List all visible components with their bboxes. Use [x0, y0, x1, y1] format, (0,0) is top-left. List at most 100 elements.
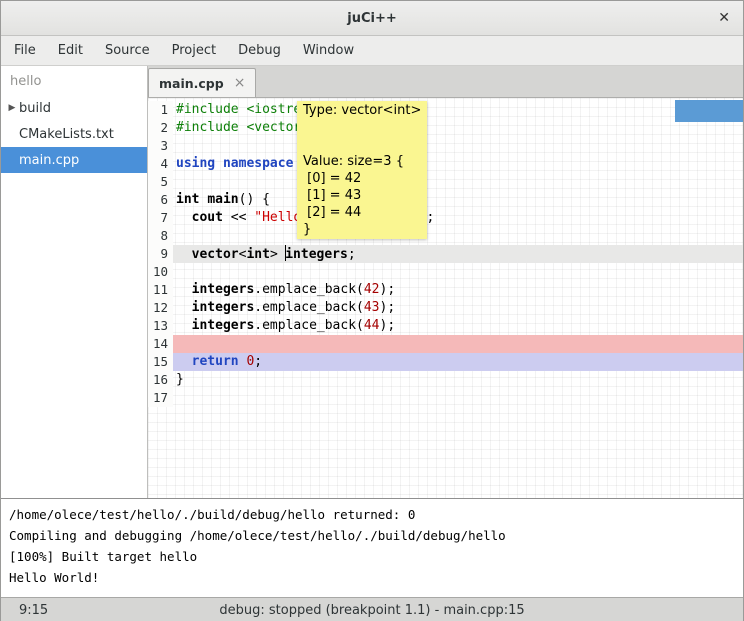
code-line-9[interactable]: 9 vector<int> integers; [148, 245, 743, 263]
code-text [173, 335, 743, 353]
file-tree: ▶buildCMakeLists.txtmain.cpp [1, 95, 147, 173]
code-line-2[interactable]: 2#include <vector> [148, 119, 743, 137]
code-token: ); [380, 282, 396, 297]
tab-main-cpp[interactable]: main.cpp × [148, 68, 256, 97]
tooltip-line: Value: size=3 { [303, 153, 421, 170]
tab-label: main.cpp [159, 76, 224, 91]
tooltip-line: [1] = 43 [303, 187, 421, 204]
tooltip-line [303, 136, 421, 153]
code-area: 1#include <iostream>2#include <vector>34… [148, 101, 743, 407]
output-line: Hello World! [9, 567, 735, 588]
line-number: 17 [148, 389, 173, 407]
code-text: vector<int> integers; [173, 245, 743, 263]
code-line-4[interactable]: 4using namespace std; [148, 155, 743, 173]
code-text [173, 389, 743, 407]
code-token: () { [239, 192, 270, 207]
code-token: namespace [223, 156, 293, 171]
code-line-13[interactable]: 13 integers.emplace_back(44); [148, 317, 743, 335]
code-token: #include <vector> [176, 120, 309, 135]
code-text: integers.emplace_back(43); [173, 299, 743, 317]
code-text [173, 227, 743, 245]
code-token: > [270, 247, 286, 262]
code-line-5[interactable]: 5 [148, 173, 743, 191]
code-token [176, 354, 192, 369]
code-line-12[interactable]: 12 integers.emplace_back(43); [148, 299, 743, 317]
code-token: 44 [364, 318, 380, 333]
menu-item-file[interactable]: File [3, 36, 47, 65]
code-token [176, 282, 192, 297]
code-text [173, 173, 743, 191]
code-token: ); [380, 300, 396, 315]
code-token: .emplace_back( [254, 318, 364, 333]
app-window: juCi++ ✕ FileEditSourceProjectDebugWindo… [0, 0, 744, 621]
code-token: ); [380, 318, 396, 333]
line-number: 3 [148, 137, 173, 155]
code-text: using namespace std; [173, 155, 743, 173]
code-line-15[interactable]: 15 return 0; [148, 353, 743, 371]
code-line-7[interactable]: 7 cout << "Hello World!" << endl; [148, 209, 743, 227]
tree-item-label: main.cpp [17, 153, 79, 168]
code-text [173, 263, 743, 281]
code-token: using [176, 156, 215, 171]
close-icon[interactable]: ✕ [718, 9, 730, 27]
window-title: juCi++ [347, 11, 397, 26]
code-token: } [176, 372, 184, 387]
output-line: [100%] Built target hello [9, 546, 735, 567]
menu-item-edit[interactable]: Edit [47, 36, 94, 65]
project-label: hello [1, 66, 147, 95]
menu-item-project[interactable]: Project [161, 36, 227, 65]
editor[interactable]: 1#include <iostream>2#include <vector>34… [148, 98, 743, 498]
tree-item-main-cpp[interactable]: main.cpp [1, 147, 147, 173]
line-number: 9 [148, 245, 173, 263]
line-number: 12 [148, 299, 173, 317]
tree-item-label: build [17, 101, 51, 116]
code-line-3[interactable]: 3 [148, 137, 743, 155]
line-number: 10 [148, 263, 173, 281]
editor-pane: main.cpp × 1#include <iostream>2#include… [148, 66, 743, 498]
code-line-8[interactable]: 8 [148, 227, 743, 245]
code-line-14[interactable]: 14 [148, 335, 743, 353]
tree-item-cmakelists-txt[interactable]: CMakeLists.txt [1, 121, 147, 147]
menu-item-window[interactable]: Window [292, 36, 365, 65]
line-number: 16 [148, 371, 173, 389]
code-token: integers [192, 318, 255, 333]
code-line-16[interactable]: 16} [148, 371, 743, 389]
code-token: 43 [364, 300, 380, 315]
code-text: return 0; [173, 353, 743, 371]
output-line: Compiling and debugging /home/olece/test… [9, 525, 735, 546]
code-token: integers [192, 282, 255, 297]
line-number: 8 [148, 227, 173, 245]
code-token: main [207, 192, 238, 207]
code-token [176, 318, 192, 333]
code-line-1[interactable]: 1#include <iostream> [148, 101, 743, 119]
code-line-17[interactable]: 17 [148, 389, 743, 407]
code-text: #include <iostream> [173, 101, 743, 119]
tab-close-icon[interactable]: × [234, 76, 246, 90]
code-token: cout [192, 210, 223, 225]
line-number: 15 [148, 353, 173, 371]
menu-item-source[interactable]: Source [94, 36, 161, 65]
line-number: 2 [148, 119, 173, 137]
code-token: int [176, 192, 199, 207]
code-token [176, 210, 192, 225]
code-line-10[interactable]: 10 [148, 263, 743, 281]
line-number: 7 [148, 209, 173, 227]
sidebar: hello ▶buildCMakeLists.txtmain.cpp [1, 66, 148, 498]
code-token [176, 300, 192, 315]
tooltip-line: } [303, 221, 421, 238]
expander-icon[interactable]: ▶ [1, 103, 17, 113]
output-panel[interactable]: /home/olece/test/hello/./build/debug/hel… [1, 498, 743, 597]
code-token: return [192, 354, 239, 369]
code-line-11[interactable]: 11 integers.emplace_back(42); [148, 281, 743, 299]
code-token [176, 247, 192, 262]
title-bar: juCi++ ✕ [1, 1, 743, 36]
menu-bar: FileEditSourceProjectDebugWindow [1, 36, 743, 66]
tree-item-build[interactable]: ▶build [1, 95, 147, 121]
line-number: 1 [148, 101, 173, 119]
menu-item-debug[interactable]: Debug [227, 36, 292, 65]
scrollbar-thumb[interactable] [675, 100, 743, 122]
code-text: integers.emplace_back(44); [173, 317, 743, 335]
code-line-6[interactable]: 6int main() { [148, 191, 743, 209]
code-token: << [223, 210, 254, 225]
status-bar: debug: stopped (breakpoint 1.1) - main.c… [1, 597, 743, 621]
